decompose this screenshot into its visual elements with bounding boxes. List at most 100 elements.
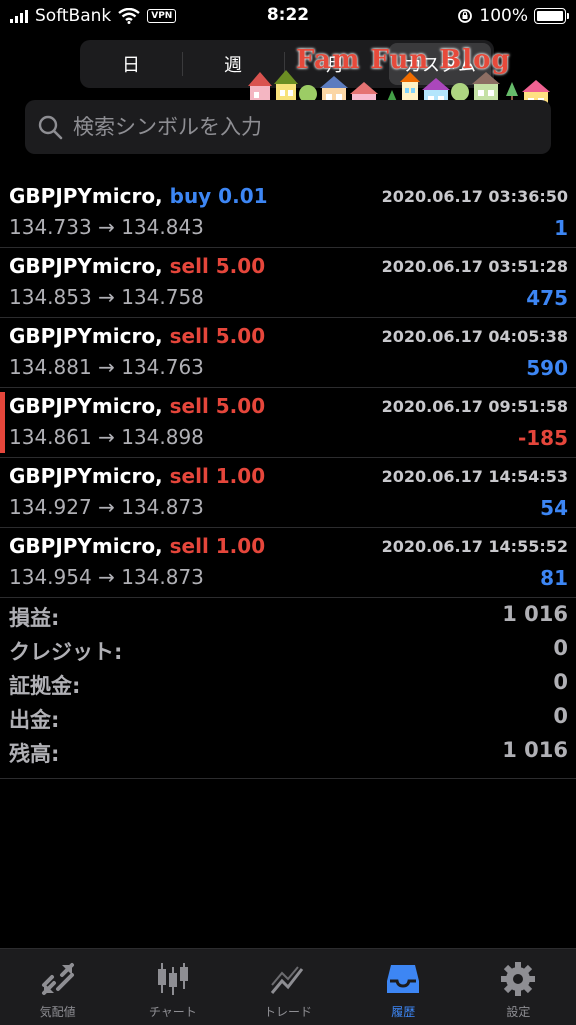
tab-trade-label: トレード: [264, 1005, 313, 1019]
orientation-lock-icon: [458, 9, 473, 23]
open-price: 134.954: [9, 565, 92, 589]
summary-value: 0: [553, 670, 568, 694]
close-price: 134.843: [121, 215, 204, 239]
trade-side-volume: sell 1.00: [169, 464, 266, 488]
open-price: 134.881: [9, 355, 92, 379]
tab-trade[interactable]: トレード: [230, 949, 345, 1025]
trade-time: 2020.06.17 09:51:58: [381, 397, 568, 416]
symbol-name: GBPJPYmicro,: [9, 184, 163, 208]
search-input[interactable]: [71, 114, 515, 140]
trade-profit: 590: [526, 356, 568, 380]
trade-prices: 134.927 → 134.873: [9, 495, 204, 519]
arrow-icon: →: [98, 565, 115, 589]
summary-label: 損益:: [9, 606, 60, 630]
trade-symbol: GBPJPYmicro, sell 1.00: [9, 464, 265, 488]
symbol-name: GBPJPYmicro,: [9, 324, 163, 348]
summary-row: 残高: 1 016: [0, 736, 576, 770]
bottom-tab-bar: 気配値 チャート トレード 履歴 設定: [0, 948, 576, 1025]
tab-history-label: 履歴: [391, 1005, 416, 1019]
symbol-search[interactable]: [25, 100, 551, 154]
search-icon: [38, 115, 63, 140]
trade-profit: 475: [526, 286, 568, 310]
close-price: 134.763: [121, 355, 204, 379]
trade-time: 2020.06.17 04:05:38: [381, 327, 568, 346]
arrow-icon: →: [98, 355, 115, 379]
summary-row: 出金: 0: [0, 702, 576, 736]
trade-prices: 134.733 → 134.843: [9, 215, 204, 239]
close-price: 134.873: [121, 565, 204, 589]
trade-history-list: GBPJPYmicro, buy 0.01 134.733 → 134.843 20…: [0, 178, 576, 598]
summary-value: 0: [553, 704, 568, 728]
summary-row: クレジット: 0: [0, 634, 576, 668]
close-price: 134.758: [121, 285, 204, 309]
trade-row[interactable]: GBPJPYmicro, sell 1.00 134.927 → 134.873 2…: [0, 458, 576, 528]
summary-value: 1 016: [502, 738, 568, 762]
summary-label: 証拠金:: [9, 674, 81, 698]
trade-prices: 134.853 → 134.758: [9, 285, 204, 309]
symbol-name: GBPJPYmicro,: [9, 534, 163, 558]
arrow-icon: →: [98, 495, 115, 519]
trade-side-volume: buy 0.01: [169, 184, 268, 208]
tab-settings[interactable]: 設定: [461, 949, 576, 1025]
trade-side-volume: sell 1.00: [169, 534, 266, 558]
status-bar: SoftBank VPN 8:22 100%: [0, 0, 576, 32]
symbol-name: GBPJPYmicro,: [9, 464, 163, 488]
tab-day[interactable]: 日: [80, 40, 182, 88]
trade-side-volume: sell 5.00: [169, 394, 266, 418]
candlestick-chart-icon: [157, 963, 188, 995]
trade-row[interactable]: GBPJPYmicro, sell 5.00 134.853 → 134.758 2…: [0, 248, 576, 318]
trade-side-volume: sell 5.00: [169, 324, 266, 348]
open-price: 134.861: [9, 425, 92, 449]
trade-prices: 134.954 → 134.873: [9, 565, 204, 589]
summary-row: 証拠金: 0: [0, 668, 576, 702]
summary-label: 出金:: [9, 708, 60, 732]
tab-quotes[interactable]: 気配値: [0, 949, 115, 1025]
arrow-icon: →: [98, 215, 115, 239]
account-summary: 損益: 1 016 クレジット: 0 証拠金: 0 出金: 0 残高: 1 016: [0, 600, 576, 779]
history-inbox-icon: [387, 965, 420, 993]
trade-row[interactable]: GBPJPYmicro, sell 1.00 134.954 → 134.873 2…: [0, 528, 576, 598]
trade-profit: -185: [517, 426, 568, 450]
tab-history[interactable]: 履歴: [346, 949, 461, 1025]
trade-time: 2020.06.17 14:55:52: [381, 537, 568, 556]
trade-symbol: GBPJPYmicro, sell 5.00: [9, 394, 265, 418]
close-price: 134.873: [121, 495, 204, 519]
symbol-name: GBPJPYmicro,: [9, 254, 163, 278]
symbol-name: GBPJPYmicro,: [9, 394, 163, 418]
trade-symbol: GBPJPYmicro, sell 5.00: [9, 324, 265, 348]
trade-row[interactable]: GBPJPYmicro, sell 5.00 134.861 → 134.898 2…: [0, 388, 576, 458]
summary-row: 損益: 1 016: [0, 600, 576, 634]
trade-chart-icon: [270, 966, 304, 994]
open-price: 134.733: [9, 215, 92, 239]
arrow-icon: →: [98, 285, 115, 309]
trade-row[interactable]: GBPJPYmicro, buy 0.01 134.733 → 134.843 20…: [0, 178, 576, 248]
trade-time: 2020.06.17 03:51:28: [381, 257, 568, 276]
blog-title: Fam Fun Blog: [296, 45, 511, 75]
trade-symbol: GBPJPYmicro, buy 0.01: [9, 184, 268, 208]
tab-quotes-label: 気配値: [39, 1005, 76, 1019]
summary-label: 残高:: [9, 742, 60, 766]
quotes-icon: [41, 963, 74, 995]
tab-settings-label: 設定: [506, 1005, 531, 1019]
open-price: 134.853: [9, 285, 92, 309]
trade-time: 2020.06.17 03:36:50: [381, 187, 568, 206]
trade-side-volume: sell 5.00: [169, 254, 266, 278]
battery-percent: 100%: [479, 6, 528, 26]
tab-chart[interactable]: チャート: [115, 949, 230, 1025]
trade-prices: 134.881 → 134.763: [9, 355, 204, 379]
trade-symbol: GBPJPYmicro, sell 1.00: [9, 534, 265, 558]
trade-profit: 81: [540, 566, 568, 590]
arrow-icon: →: [98, 425, 115, 449]
trade-profit: 54: [540, 496, 568, 520]
summary-value: 0: [553, 636, 568, 660]
trade-row[interactable]: GBPJPYmicro, sell 5.00 134.881 → 134.763 2…: [0, 318, 576, 388]
close-price: 134.898: [121, 425, 204, 449]
trade-time: 2020.06.17 14:54:53: [381, 467, 568, 486]
trade-profit: 1: [554, 216, 568, 240]
battery-icon: [534, 8, 569, 24]
summary-label: クレジット:: [9, 640, 123, 664]
tab-chart-label: チャート: [148, 1005, 197, 1019]
open-price: 134.927: [9, 495, 92, 519]
settings-gear-icon: [501, 962, 536, 996]
summary-value: 1 016: [502, 602, 568, 626]
